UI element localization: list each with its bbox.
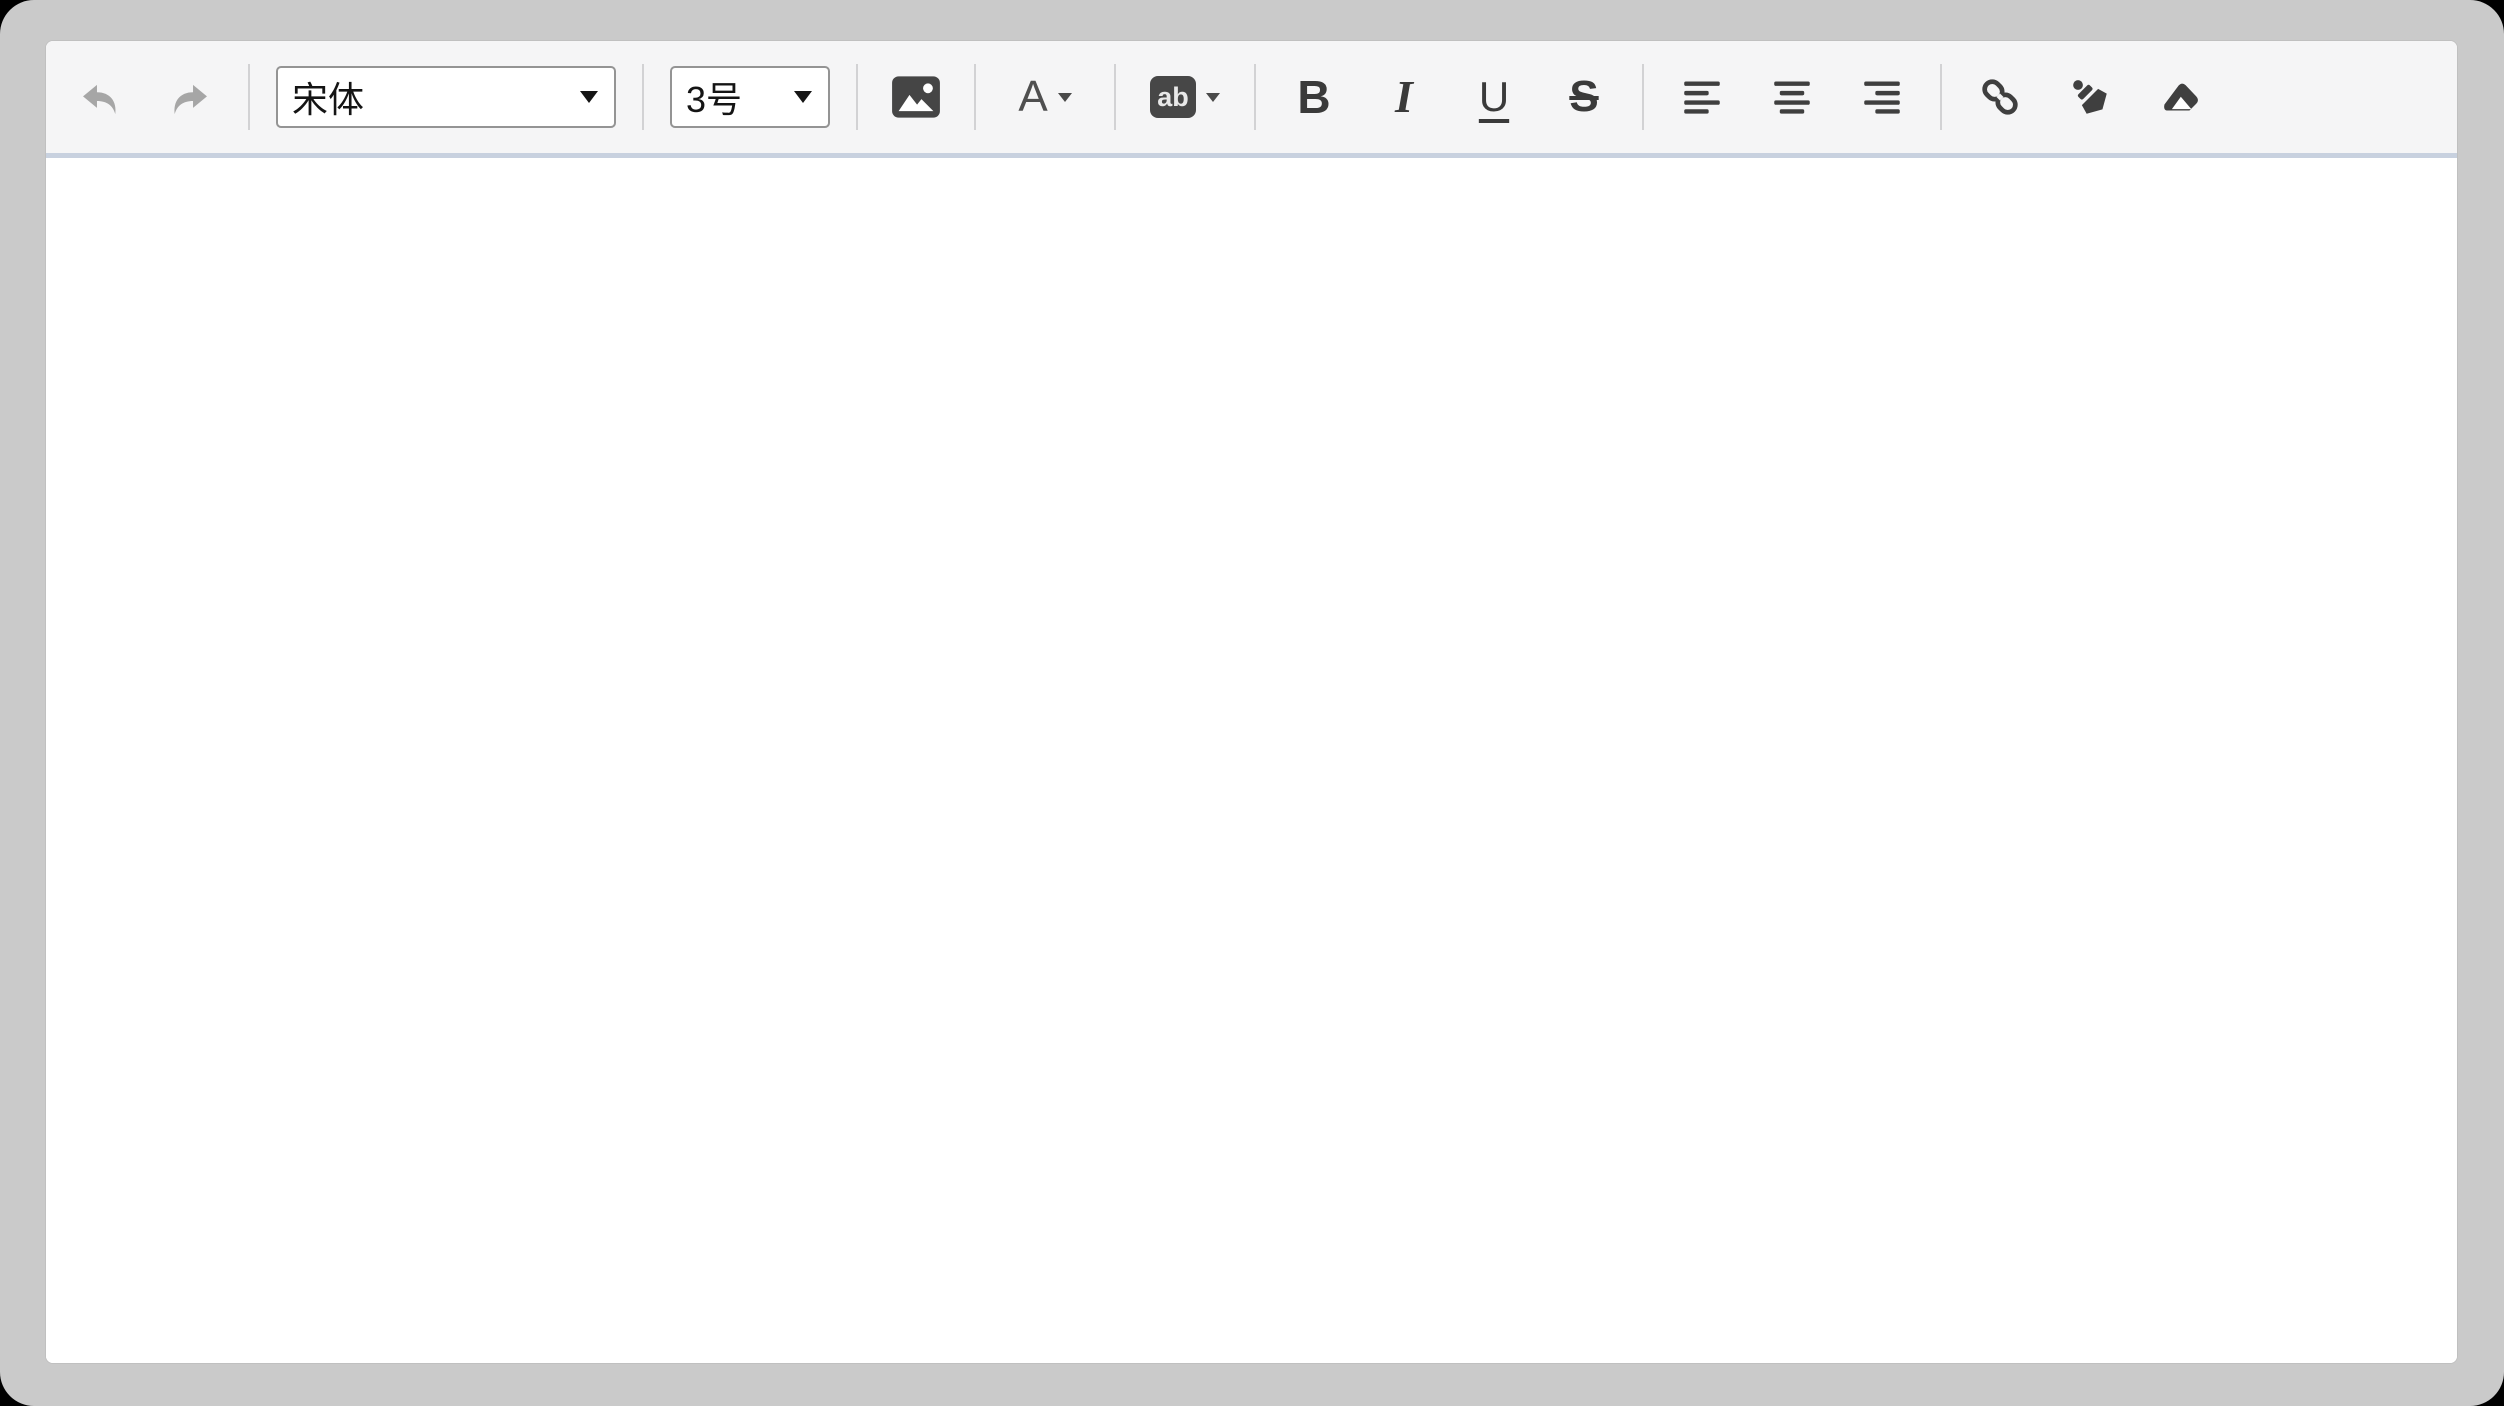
insert-image-button[interactable] (884, 61, 948, 133)
align-right-button[interactable] (1850, 61, 1914, 133)
toolbar-separator (1254, 64, 1256, 130)
underline-button[interactable]: U (1462, 61, 1526, 133)
align-right-icon (1862, 80, 1902, 114)
font-color-button[interactable]: A (1002, 61, 1088, 133)
bold-button[interactable]: B (1282, 61, 1346, 133)
redo-arrow-icon (168, 77, 212, 117)
align-center-icon (1772, 80, 1812, 114)
toolbar-separator (248, 64, 250, 130)
redo-button[interactable] (158, 61, 222, 133)
toolbar-separator (856, 64, 858, 130)
toolbar-separator (1114, 64, 1116, 130)
italic-label: I (1395, 74, 1413, 120)
highlight-color-button[interactable]: ab (1142, 61, 1228, 133)
font-family-select[interactable]: 宋体 (276, 66, 616, 128)
highlight-color-label: ab (1150, 76, 1196, 118)
align-left-icon (1682, 80, 1722, 114)
dropdown-arrow-icon (580, 91, 598, 103)
italic-button[interactable]: I (1372, 61, 1436, 133)
underline-label: U (1479, 76, 1509, 118)
editor-content-area[interactable] (46, 158, 2457, 1363)
image-icon (891, 75, 941, 119)
insert-link-button[interactable] (1968, 61, 2032, 133)
font-color-label: A (1018, 75, 1047, 119)
editor-panel: 宋体 3号 A (45, 40, 2458, 1364)
font-size-select[interactable]: 3号 (670, 66, 830, 128)
toolbar-separator (642, 64, 644, 130)
undo-button[interactable] (68, 61, 132, 133)
align-left-button[interactable] (1670, 61, 1734, 133)
toolbar-separator (1642, 64, 1644, 130)
eraser-icon (2157, 74, 2203, 120)
toolbar-separator (1940, 64, 1942, 130)
format-brush-button[interactable] (2058, 61, 2122, 133)
brush-icon (2067, 74, 2113, 120)
font-family-value: 宋体 (278, 71, 580, 123)
dropdown-arrow-icon (1206, 93, 1220, 102)
dropdown-arrow-icon (1058, 93, 1072, 102)
strikethrough-label: S (1569, 75, 1598, 119)
editor-window: 宋体 3号 A (0, 0, 2504, 1406)
align-center-button[interactable] (1760, 61, 1824, 133)
undo-arrow-icon (78, 77, 122, 117)
clear-format-button[interactable] (2148, 61, 2212, 133)
bold-label: B (1297, 74, 1330, 120)
dropdown-arrow-icon (794, 91, 812, 103)
link-icon (1978, 75, 2022, 119)
editor-toolbar: 宋体 3号 A (46, 41, 2457, 158)
toolbar-separator (974, 64, 976, 130)
strikethrough-button[interactable]: S (1552, 61, 1616, 133)
font-size-value: 3号 (672, 71, 794, 123)
